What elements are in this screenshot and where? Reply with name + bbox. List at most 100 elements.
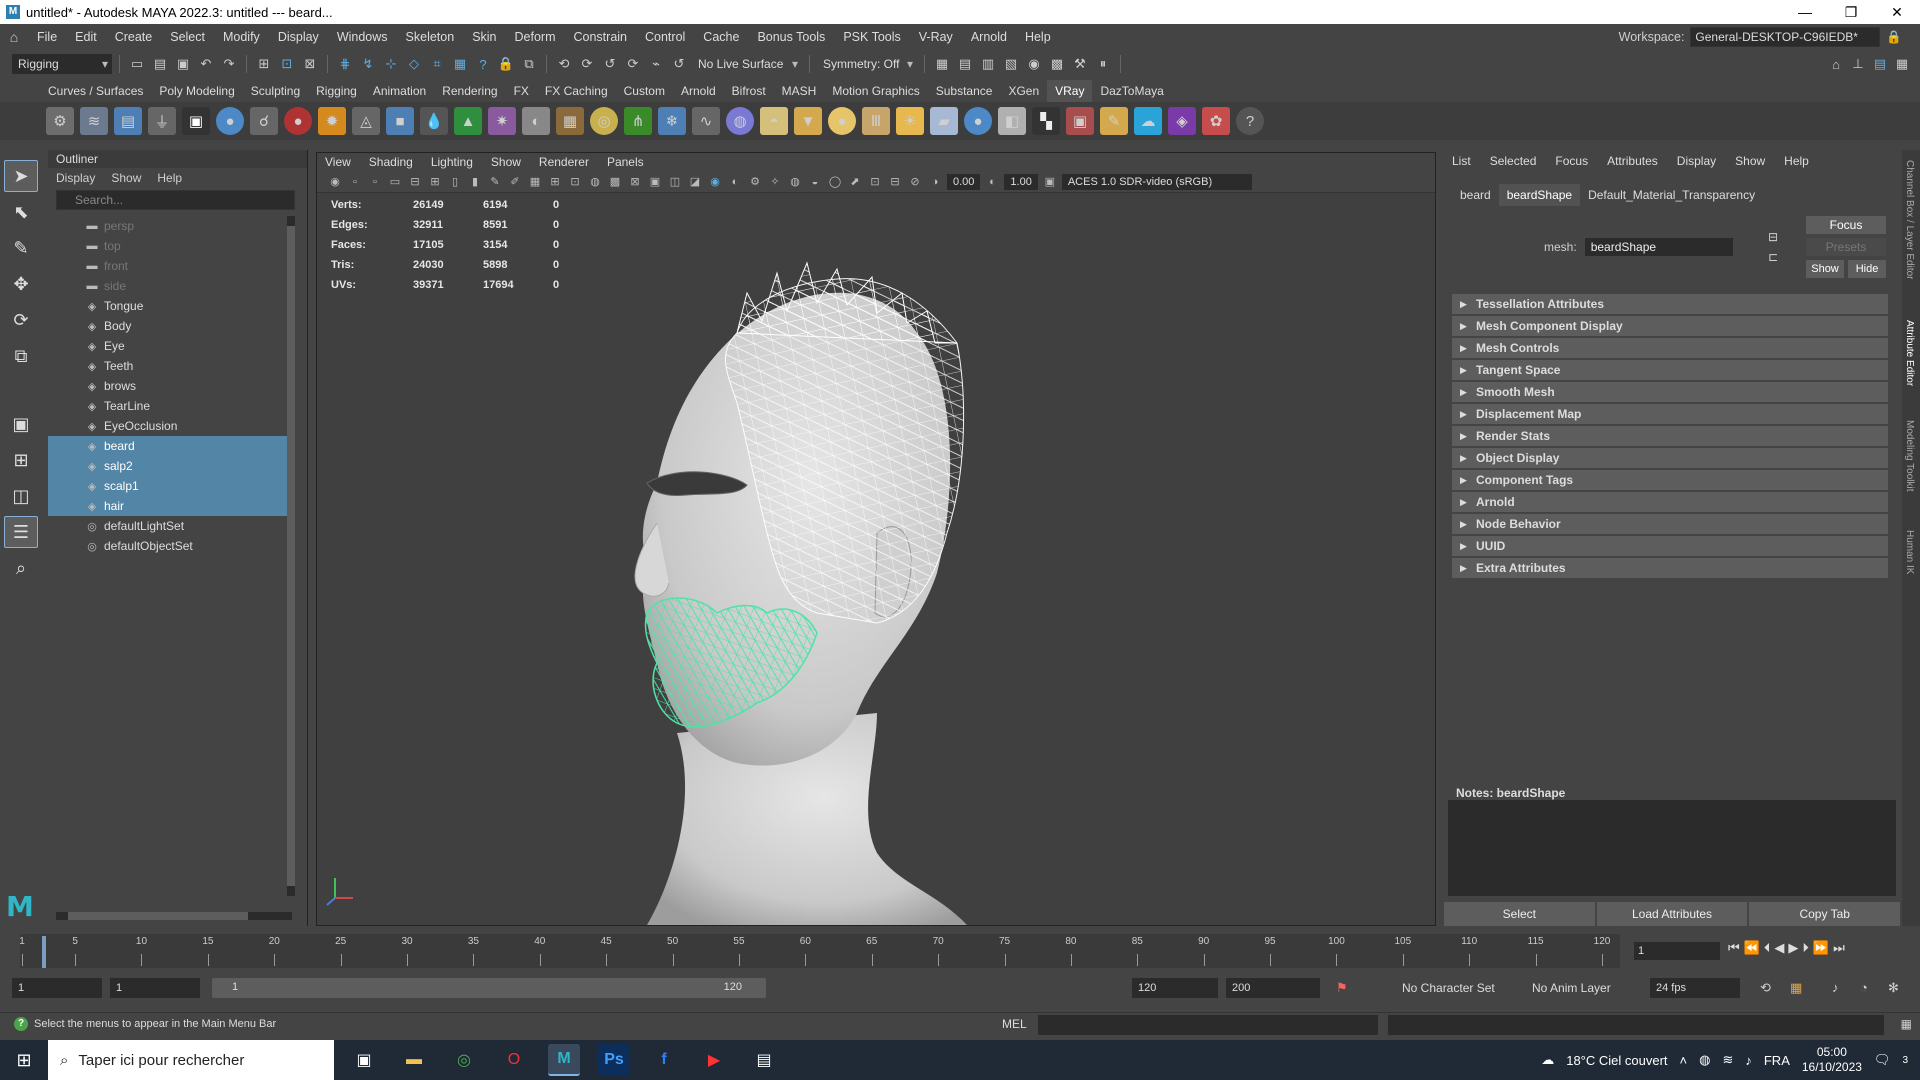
vray-material-icon[interactable]: ● — [216, 107, 244, 135]
viewport-menu-lighting[interactable]: Lighting — [431, 155, 473, 169]
ssao-icon[interactable]: ✧ — [767, 174, 783, 190]
weather-icon[interactable]: ☁ — [1541, 1052, 1554, 1068]
snap-curve-icon[interactable]: ↯ — [358, 54, 378, 74]
lights-icon[interactable]: ⊠ — [627, 174, 643, 190]
hud-icon[interactable]: ◯ — [827, 174, 843, 190]
snap-surface-icon[interactable]: ⌗ — [427, 54, 447, 74]
vray-volume-icon[interactable]: ◍ — [726, 107, 754, 135]
outliner-item-eye[interactable]: ◈ Eye — [48, 336, 294, 356]
outliner-layout-icon[interactable]: ☰ — [4, 516, 38, 548]
section-displacement-map[interactable]: ▶ Displacement Map — [1452, 404, 1888, 424]
app-window-icon[interactable]: ▤ — [748, 1044, 780, 1076]
wireframe-icon[interactable]: ⊞ — [547, 174, 563, 190]
menu-modify[interactable]: Modify — [214, 30, 269, 44]
attr-menu-focus[interactable]: Focus — [1555, 154, 1588, 168]
attr-menu-help[interactable]: Help — [1784, 154, 1809, 168]
symmetry-dropdown[interactable]: Symmetry: Off — [817, 54, 917, 74]
current-frame-field[interactable]: 1 — [1634, 942, 1720, 960]
node-load-icon[interactable]: ⊏ — [1768, 250, 1778, 264]
image-plane-icon[interactable]: ▭ — [387, 174, 403, 190]
notification-icon[interactable]: 🗨 — [1874, 1052, 1891, 1068]
load-attributes-button[interactable]: Load Attributes — [1596, 902, 1748, 926]
camera-select-icon[interactable]: ◉ — [327, 174, 343, 190]
default-material-icon[interactable]: ◍ — [587, 174, 603, 190]
task-view-icon[interactable]: ▣ — [348, 1044, 380, 1076]
step-back-frame-icon[interactable]: ⏴ — [1764, 940, 1771, 956]
shadows-icon[interactable]: ▣ — [647, 174, 663, 190]
outliner-item-defaultobjectset[interactable]: ◎ defaultObjectSet — [48, 536, 294, 556]
lock-icon[interactable]: 🔒 — [1886, 30, 1902, 45]
move-tool-icon[interactable]: ✥ — [4, 268, 38, 300]
isolate-select-icon[interactable]: ⬈ — [847, 174, 863, 190]
new-scene-icon[interactable]: ▭ — [127, 54, 147, 74]
select-object-icon[interactable]: ⊡ — [277, 54, 297, 74]
vray-render-icon[interactable]: ▩ — [1047, 54, 1067, 74]
go-to-end-icon[interactable]: ⏭ — [1833, 940, 1845, 956]
vray-cube-icon[interactable]: ■ — [386, 107, 414, 135]
section-smooth-mesh[interactable]: ▶ Smooth Mesh — [1452, 382, 1888, 402]
volume-icon[interactable]: ♪ — [1745, 1053, 1752, 1068]
rotate-tool-icon[interactable]: ⟳ — [4, 304, 38, 336]
weather-text[interactable]: 18°C Ciel couvert — [1566, 1053, 1667, 1068]
shelf-tab-custom[interactable]: Custom — [616, 80, 673, 102]
section-tessellation[interactable]: ▶ Tessellation Attributes — [1452, 294, 1888, 314]
vray-help-icon[interactable]: ? — [1236, 107, 1264, 135]
save-scene-icon[interactable]: ▣ — [173, 54, 193, 74]
outliner-item-tearline[interactable]: ◈ TearLine — [48, 396, 294, 416]
menu-help[interactable]: Help — [1016, 30, 1060, 44]
vray-fur-icon[interactable]: ✷ — [488, 107, 516, 135]
camera-attr-icon[interactable]: ▫ — [347, 174, 363, 190]
menu-constrain[interactable]: Constrain — [565, 30, 637, 44]
vray-checker-icon[interactable]: ▚ — [1032, 107, 1060, 135]
tab-modeling-toolkit[interactable]: Modeling Toolkit — [1904, 420, 1915, 492]
select-hierarchy-icon[interactable]: ⊞ — [254, 54, 274, 74]
taskbar-search[interactable]: ⌕ Taper ici pour rechercher — [48, 1040, 334, 1080]
shelf-tab-rendering[interactable]: Rendering — [434, 80, 505, 102]
ipr-render-icon[interactable]: ▥ — [978, 54, 998, 74]
vray-vision-icon[interactable]: ◈ — [1168, 107, 1196, 135]
vray-rect-light-icon[interactable]: ▰ — [930, 107, 958, 135]
attr-tab-beard[interactable]: beard — [1452, 184, 1499, 206]
menu-select[interactable]: Select — [161, 30, 214, 44]
section-arnold[interactable]: ▶ Arnold — [1452, 492, 1888, 512]
shelf-tab-substance[interactable]: Substance — [928, 80, 1001, 102]
single-layout-icon[interactable]: ▣ — [4, 408, 38, 440]
xray-active-icon[interactable]: ◉ — [707, 174, 723, 190]
outliner-search-input[interactable]: Search... — [56, 190, 295, 210]
vray-dome-light-icon[interactable]: ◓ — [760, 107, 788, 135]
attr-menu-selected[interactable]: Selected — [1490, 154, 1537, 168]
exposure-icon[interactable]: ◑ — [927, 174, 943, 190]
tab-channel-box[interactable]: Channel Box / Layer Editor — [1904, 160, 1915, 280]
menu-control[interactable]: Control — [636, 30, 694, 44]
opera-icon[interactable]: O — [498, 1044, 530, 1076]
menu-set-dropdown[interactable]: Rigging — [12, 54, 112, 74]
vray-proxy-icon[interactable]: ☌ — [250, 107, 278, 135]
outliner-menu-help[interactable]: Help — [157, 171, 182, 185]
timing-icon[interactable]: ◔ — [1860, 980, 1868, 995]
workspace-dropdown[interactable]: General-DESKTOP-C96IEDB* — [1690, 27, 1881, 47]
hide-button[interactable]: Hide — [1848, 260, 1886, 278]
vray-fb-icon[interactable]: ▣ — [182, 107, 210, 135]
open-scene-icon[interactable]: ▤ — [150, 54, 170, 74]
field-chart-icon[interactable]: ✐ — [507, 174, 523, 190]
snap-grid-icon[interactable]: ⋕ — [335, 54, 355, 74]
section-extra-attributes[interactable]: ▶ Extra Attributes — [1452, 558, 1888, 578]
step-forward-key-icon[interactable]: ⏩ — [1813, 940, 1829, 956]
vray-ies-icon[interactable]: Ⅲ — [862, 107, 890, 135]
tab-human-ik[interactable]: Human IK — [1904, 530, 1915, 574]
section-tangent-space[interactable]: ▶ Tangent Space — [1452, 360, 1888, 380]
viewport-scene[interactable]: Verts: 26149 6194 0 Edges: 32911 8591 0 Faces:… — [317, 193, 1435, 925]
select-tool-icon[interactable]: ➤ — [4, 160, 38, 192]
camera-pan-icon[interactable]: ⊘ — [907, 174, 923, 190]
home-icon[interactable]: ⌂ — [0, 29, 28, 45]
menu-file[interactable]: File — [28, 30, 66, 44]
aa-icon[interactable]: ⚙ — [747, 174, 763, 190]
outliner-item-eyeocclusion[interactable]: ◈ EyeOcclusion — [48, 416, 294, 436]
attr-menu-display[interactable]: Display — [1677, 154, 1716, 168]
clock[interactable]: 05:00 16/10/2023 — [1802, 1045, 1862, 1075]
minimize-icon[interactable]: — — [1782, 0, 1828, 24]
history-icon[interactable]: ⟳ — [623, 54, 643, 74]
attr-menu-list[interactable]: List — [1452, 154, 1471, 168]
range-bar[interactable]: 1 120 — [212, 978, 766, 998]
mel-input[interactable] — [1038, 1015, 1378, 1035]
